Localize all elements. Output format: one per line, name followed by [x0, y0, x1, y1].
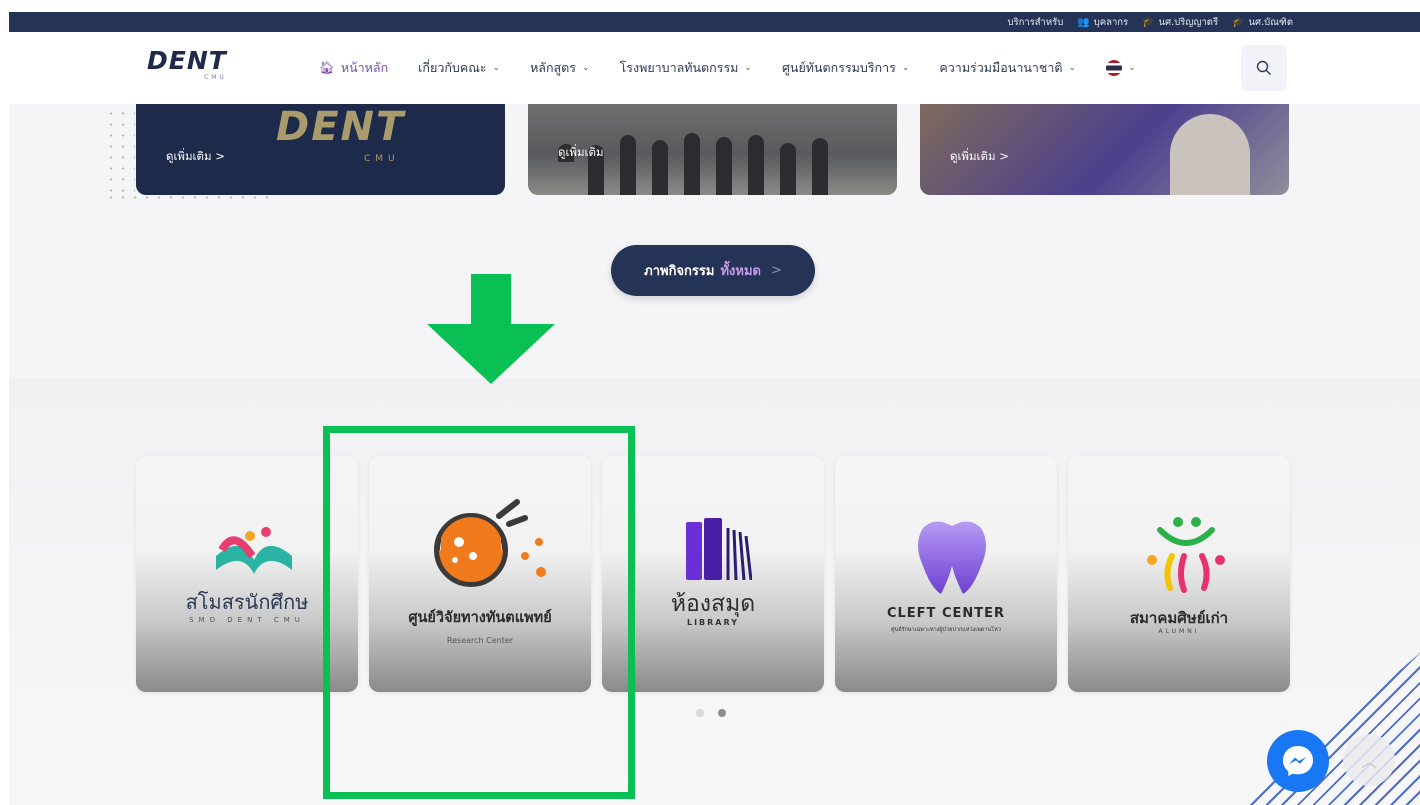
- chevron-right-icon: >: [770, 263, 782, 278]
- card-title: สมาคมศิษย์เก่า: [1129, 609, 1229, 627]
- gallery-logo-sub: CMU: [364, 154, 400, 164]
- search-icon: [1256, 60, 1271, 75]
- green-arrow-head: [427, 324, 555, 384]
- photo-figure: [652, 140, 668, 195]
- card-title: CLEFT CENTER: [886, 606, 1006, 621]
- topbar-link-staff[interactable]: 👥 บุคลากร: [1077, 15, 1128, 30]
- messenger-icon: [1283, 746, 1313, 776]
- photo-figure: [812, 138, 828, 195]
- chevron-down-icon: ⌄: [1128, 63, 1136, 73]
- search-button[interactable]: [1241, 45, 1287, 91]
- gallery-card[interactable]: ดูเพิ่มเติม >: [528, 104, 897, 195]
- topbar-label: บริการสำหรับ: [1007, 16, 1064, 28]
- pager-dot-active[interactable]: [718, 709, 726, 717]
- gallery-logo: DENT: [276, 104, 406, 150]
- photo-figure: [620, 135, 636, 195]
- gallery-card[interactable]: ดูเพิ่มเติม >: [920, 104, 1289, 195]
- logo-text: DENT: [147, 46, 227, 75]
- people-icon: 👥: [1077, 16, 1090, 28]
- photo-figure: [748, 135, 764, 195]
- nav-item-service-center[interactable]: ศูนย์ทันตกรรมบริการ ⌄: [782, 58, 909, 78]
- alumni-logo-icon: [1147, 517, 1225, 593]
- service-card-library[interactable]: ห้องสมุด LIBRARY: [602, 456, 824, 692]
- graduation-cap-icon: 🎓: [1142, 16, 1155, 28]
- nav-item-international[interactable]: ความร่วมมือนานาชาติ ⌄: [939, 58, 1076, 78]
- gallery-card[interactable]: DENT CMU ดูเพิ่มเติม >: [136, 104, 505, 195]
- highlight-box: [323, 426, 635, 799]
- page: บริการสำหรับ 👥 บุคลากร 🎓 นศ.ปริญญาตรี 🎓 นศ.…: [9, 12, 1420, 805]
- books-icon: [686, 518, 752, 580]
- nav-item-hospital[interactable]: โรงพยาบาลทันตกรรม ⌄: [620, 58, 752, 78]
- service-card-alumni[interactable]: สมาคมศิษย์เก่า ALUMNI: [1068, 456, 1290, 692]
- service-card-cleft-center[interactable]: CLEFT CENTER ศูนย์รักษาเฉพาะทางผู้ป่วยปา…: [835, 456, 1057, 692]
- chevron-down-icon: ⌄: [901, 63, 910, 73]
- topbar-link-graduate[interactable]: 🎓 นศ.บัณฑิต: [1232, 15, 1293, 30]
- mortarboard-icon: 🎓: [1232, 16, 1245, 28]
- green-arrow-down-icon: [471, 274, 511, 324]
- card-subtitle: ALUMNI: [1158, 628, 1200, 635]
- messenger-chat-button[interactable]: [1267, 730, 1329, 792]
- all-activities-button[interactable]: ภาพกิจกรรม ทั้งหมด >: [611, 245, 815, 296]
- top-utility-bar: บริการสำหรับ 👥 บุคลากร 🎓 นศ.ปริญญาตรี 🎓 นศ.…: [9, 12, 1420, 32]
- chevron-down-icon: ⌄: [582, 63, 590, 73]
- topbar-link-undergrad[interactable]: 🎓 นศ.ปริญญาตรี: [1142, 15, 1218, 30]
- student-club-logo-icon: [216, 527, 292, 574]
- chevron-down-icon: ⌄: [1068, 63, 1077, 73]
- dent-cmu-logo[interactable]: DENT CMU: [147, 48, 227, 81]
- card-title: ห้องสมุด: [670, 591, 756, 617]
- home-icon: 🏠︎: [319, 60, 335, 75]
- chevron-down-icon: ⌄: [492, 63, 501, 73]
- see-more-link[interactable]: ดูเพิ่มเติม >: [166, 148, 225, 166]
- nav-menu: 🏠︎ หน้าหลัก เกี่ยวกับคณะ ⌄ หลักสูตร ⌄ โรงพ…: [319, 32, 1136, 104]
- photo-figure: [716, 137, 732, 195]
- see-more-link[interactable]: ดูเพิ่มเติม >: [950, 148, 1009, 166]
- main-navbar: DENT CMU 🏠︎ หน้าหลัก เกี่ยวกับคณะ ⌄ หลักส…: [9, 32, 1420, 104]
- photo-figure: [780, 143, 796, 195]
- photo-figure: [684, 133, 700, 195]
- card-subtitle: LIBRARY: [686, 618, 740, 627]
- dot-pattern-decoration: [105, 108, 135, 198]
- language-selector[interactable]: ⌄: [1106, 60, 1136, 76]
- nav-item-home[interactable]: 🏠︎ หน้าหลัก: [319, 58, 388, 78]
- thai-flag-icon: [1106, 60, 1123, 76]
- card-subtitle: ศูนย์รักษาเฉพาะทางผู้ป่วยปากแหว่งเพดานโห…: [891, 627, 1001, 633]
- photo-figure: [1170, 114, 1250, 195]
- chevron-down-icon: ⌄: [744, 63, 752, 73]
- scroll-to-top-button[interactable]: ︿: [1343, 734, 1395, 786]
- carousel-pager: [696, 709, 726, 717]
- chevron-up-icon: ︿: [1360, 752, 1377, 771]
- logo-subtext: CMU: [204, 74, 227, 81]
- nav-item-about[interactable]: เกี่ยวกับคณะ ⌄: [418, 58, 500, 78]
- pager-dot[interactable]: [696, 709, 704, 717]
- nav-item-curriculum[interactable]: หลักสูตร ⌄: [530, 58, 589, 78]
- tooth-icon: [918, 521, 986, 594]
- see-more-link[interactable]: ดูเพิ่มเติม >: [558, 144, 604, 162]
